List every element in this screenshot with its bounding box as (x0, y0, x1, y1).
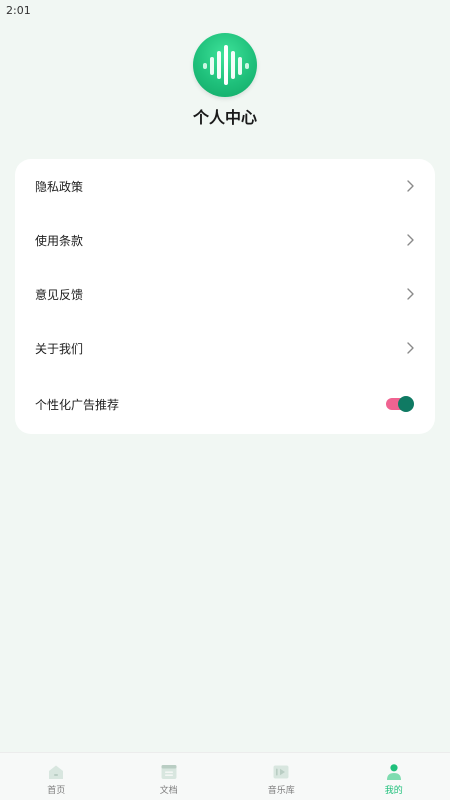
status-time: 2:01 (6, 4, 31, 17)
menu-item-terms-of-use[interactable]: 使用条款 (15, 213, 435, 267)
chevron-right-icon (407, 288, 414, 300)
menu-item-label: 意见反馈 (35, 287, 84, 302)
menu-item-label: 使用条款 (35, 233, 84, 248)
menu-item-personalized-ads: 个性化广告推荐 (15, 377, 435, 431)
menu-item-privacy-policy[interactable]: 隐私政策 (15, 159, 435, 213)
nav-item-music-library[interactable]: 音乐库 (225, 753, 338, 800)
app-logo (193, 33, 257, 97)
menu-item-about-us[interactable]: 关于我们 (15, 321, 435, 375)
chevron-right-icon (407, 342, 414, 354)
settings-card: 隐私政策 使用条款 意见反馈 关于我们 个性化广告推荐 (15, 159, 435, 434)
nav-label: 首页 (47, 786, 66, 796)
nav-label: 我的 (384, 786, 403, 796)
nav-item-profile[interactable]: 我的 (338, 753, 450, 800)
document-icon (161, 765, 177, 779)
toggle-thumb (398, 396, 414, 412)
nav-item-documents[interactable]: 文档 (113, 753, 226, 800)
nav-label: 文档 (159, 786, 178, 796)
chevron-right-icon (407, 234, 414, 246)
page-title: 个人中心 (192, 108, 257, 127)
bottom-nav: 首页 文档 音乐库 我的 (0, 752, 450, 800)
chevron-right-icon (407, 180, 414, 192)
status-bar: 2:01 (0, 0, 450, 22)
menu-item-feedback[interactable]: 意见反馈 (15, 267, 435, 321)
home-icon (49, 765, 64, 779)
profile-icon (386, 764, 401, 780)
screen: 2:01 个人中心 隐私政策 使用条款 意见反馈 关于我们 个性化广告推荐 首页… (0, 0, 450, 800)
menu-item-label: 个性化广告推荐 (35, 397, 120, 412)
sound-wave-icon (203, 45, 249, 85)
music-library-icon (273, 765, 289, 779)
menu-item-label: 关于我们 (35, 341, 84, 356)
menu-item-label: 隐私政策 (35, 179, 84, 194)
nav-label: 音乐库 (267, 786, 295, 796)
personalized-ads-toggle[interactable] (386, 396, 414, 412)
nav-item-home[interactable]: 首页 (0, 753, 113, 800)
